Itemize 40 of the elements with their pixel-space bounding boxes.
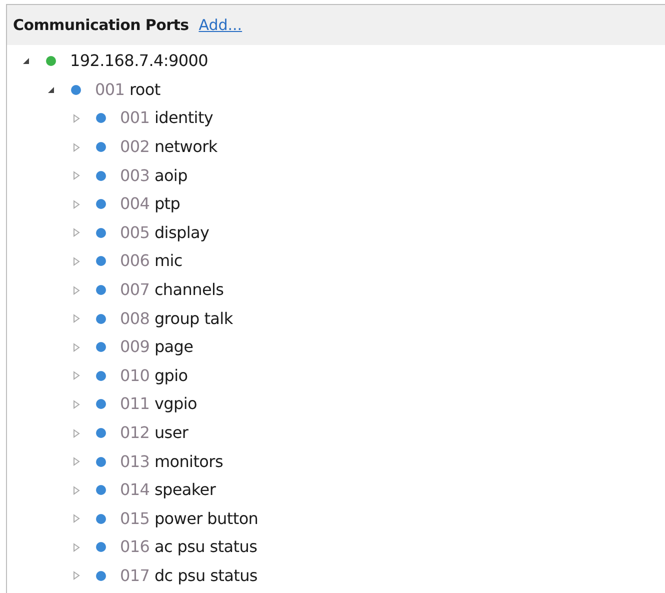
node-label[interactable]: 006 mic — [120, 249, 182, 274]
node-label[interactable]: 009 page — [120, 335, 194, 360]
node-label[interactable]: 001 identity — [120, 106, 214, 130]
expand-arrow-icon[interactable] — [71, 542, 81, 552]
expand-arrow-icon[interactable] — [71, 228, 81, 238]
expand-arrow-icon[interactable] — [71, 370, 81, 381]
node-label[interactable]: 015 power button — [120, 506, 258, 531]
node-label[interactable]: 002 network — [120, 135, 218, 160]
node-label[interactable]: 014 speaker — [120, 478, 216, 502]
node-label[interactable]: 003 aoip — [120, 164, 188, 188]
expand-arrow-icon[interactable] — [71, 285, 81, 296]
add-link[interactable]: Add... — [198, 14, 242, 36]
expand-arrow-icon[interactable] — [71, 113, 81, 124]
node-label[interactable]: 010 gpio — [120, 364, 188, 388]
node-label[interactable]: 017 dc psu status — [120, 564, 258, 588]
expand-arrow-icon[interactable] — [71, 256, 81, 266]
node-label[interactable]: 013 monitors — [120, 450, 223, 474]
collapse-arrow-icon[interactable] — [21, 56, 31, 66]
expand-arrow-icon[interactable] — [71, 514, 81, 524]
node-label[interactable]: 004 ptp — [120, 192, 180, 216]
expand-arrow-icon[interactable] — [71, 199, 81, 210]
expand-arrow-icon[interactable] — [71, 399, 81, 410]
expand-arrow-icon[interactable] — [71, 342, 81, 352]
node-label[interactable]: 007 channels — [120, 278, 224, 302]
expand-arrow-icon[interactable] — [71, 170, 81, 181]
expand-arrow-icon[interactable] — [71, 456, 81, 467]
expand-arrow-icon[interactable] — [71, 428, 81, 438]
expand-arrow-icon[interactable] — [71, 314, 81, 324]
expand-arrow-icon[interactable] — [71, 142, 81, 152]
node-label[interactable]: 016 ac psu status — [120, 535, 258, 560]
expand-arrow-icon[interactable] — [71, 570, 81, 581]
panel-title: Communication Ports — [13, 14, 189, 36]
node-label[interactable]: 192.168.7.4:9000 — [70, 49, 208, 74]
expand-arrow-icon[interactable] — [71, 485, 81, 496]
node-label[interactable]: 012 user — [120, 421, 188, 446]
node-label[interactable]: 008 group talk — [120, 306, 233, 331]
node-label[interactable]: 005 display — [120, 220, 210, 245]
node-label[interactable]: 011 vgpio — [120, 392, 197, 416]
node-label[interactable]: 001 root — [95, 78, 160, 102]
collapse-arrow-icon[interactable] — [46, 84, 56, 95]
